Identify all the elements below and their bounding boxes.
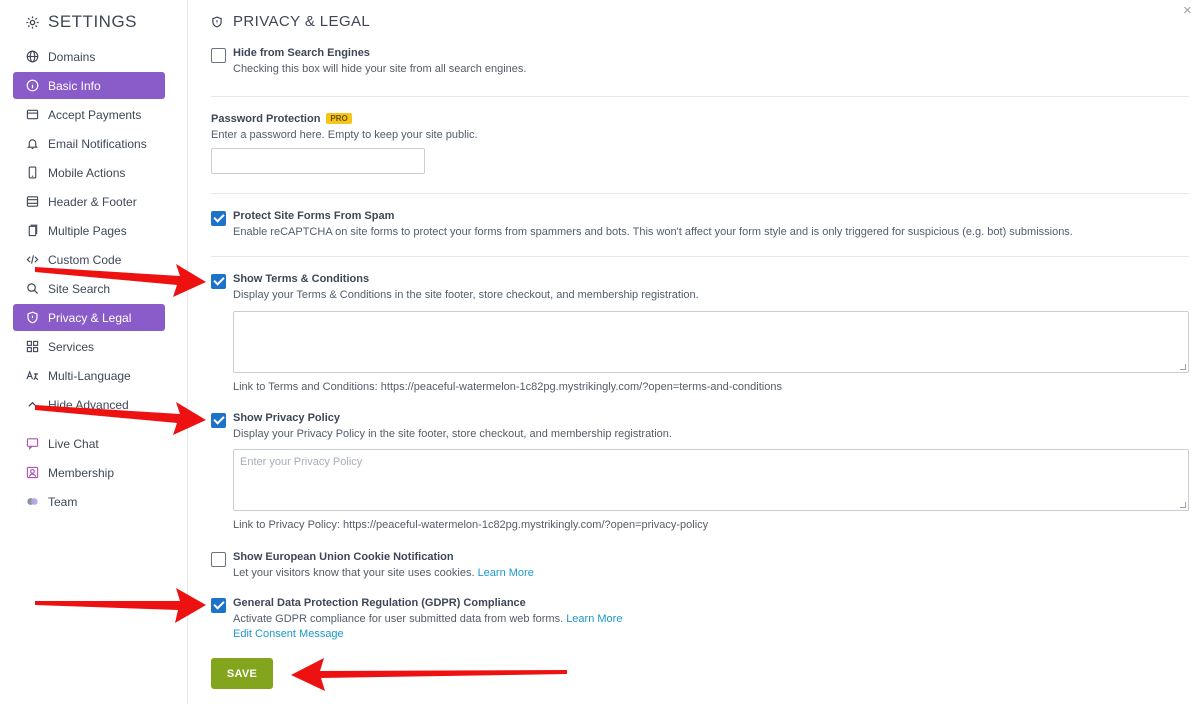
sidebar-title-text: SETTINGS: [48, 12, 138, 31]
cookie-learn-more-link[interactable]: Learn More: [478, 567, 534, 579]
sidebar-item-label: Hide Advanced: [48, 397, 129, 412]
spam-protection-checkbox[interactable]: [211, 211, 226, 226]
nav-separator: [13, 420, 165, 430]
sidebar-item-basic-info[interactable]: Basic Info: [13, 72, 165, 99]
sidebar-nav: Domains Basic Info Accept Payments Email…: [13, 43, 165, 517]
chat-icon: [26, 437, 39, 450]
sidebar-item-label: Custom Code: [48, 252, 122, 267]
gdpr-description: Activate GDPR compliance for user submit…: [233, 613, 622, 625]
mobile-icon: [26, 166, 39, 179]
spam-protection-title: Protect Site Forms From Spam: [233, 210, 395, 222]
settings-sidebar: SETTINGS Domains Basic Info Accept Payme…: [0, 0, 188, 704]
sidebar-item-team[interactable]: Team: [13, 488, 165, 515]
sidebar-item-live-chat[interactable]: Live Chat: [13, 430, 165, 457]
terms-title: Show Terms & Conditions: [233, 273, 370, 285]
privacy-policy-link-text: Link to Privacy Policy: https://peaceful…: [233, 519, 709, 531]
divider: [211, 96, 1189, 97]
card-icon: [26, 108, 39, 121]
sidebar-item-membership[interactable]: Membership: [13, 459, 165, 486]
save-button[interactable]: SAVE: [211, 658, 273, 689]
hide-search-checkbox[interactable]: [211, 48, 226, 63]
resize-handle[interactable]: [1180, 502, 1186, 508]
hide-search-title: Hide from Search Engines: [233, 47, 370, 59]
divider: [211, 193, 1189, 194]
sidebar-item-site-search[interactable]: Site Search: [13, 275, 165, 302]
sidebar-item-label: Privacy & Legal: [48, 310, 132, 325]
gdpr-title: General Data Protection Regulation (GDPR…: [233, 597, 526, 609]
password-title: Password Protection PRO: [211, 113, 352, 125]
sidebar-item-label: Basic Info: [48, 78, 101, 93]
sidebar-item-hide-advanced[interactable]: Hide Advanced: [13, 391, 165, 418]
sidebar-item-privacy-legal[interactable]: Privacy & Legal: [13, 304, 165, 331]
sidebar-title: SETTINGS: [25, 12, 137, 32]
pro-badge: PRO: [326, 113, 352, 124]
sidebar-item-email-notifications[interactable]: Email Notifications: [13, 130, 165, 157]
sidebar-item-label: Multiple Pages: [48, 223, 127, 238]
sidebar-item-accept-payments[interactable]: Accept Payments: [13, 101, 165, 128]
sidebar-item-domains[interactable]: Domains: [13, 43, 165, 70]
cookie-desc-text: Let your visitors know that your site us…: [233, 567, 475, 579]
sidebar-item-header-footer[interactable]: Header & Footer: [13, 188, 165, 215]
info-icon: [26, 79, 39, 92]
spam-protection-description: Enable reCAPTCHA on site forms to protec…: [233, 226, 1073, 238]
sidebar-item-label: Site Search: [48, 281, 111, 296]
terms-textarea[interactable]: [233, 311, 1189, 373]
sidebar-item-label: Header & Footer: [48, 194, 137, 209]
privacy-policy-placeholder: Enter your Privacy Policy: [240, 456, 363, 468]
sidebar-item-label: Membership: [48, 465, 115, 480]
page-title: PRIVACY & LEGAL: [211, 13, 370, 30]
code-icon: [26, 253, 39, 266]
resize-handle[interactable]: [1180, 364, 1186, 370]
bell-icon: [26, 137, 39, 150]
password-input[interactable]: [211, 148, 425, 174]
chevron-up-icon: [26, 398, 39, 411]
grid-icon: [26, 340, 39, 353]
gdpr-desc-text: Activate GDPR compliance for user submit…: [233, 613, 564, 625]
pages-icon: [26, 224, 39, 237]
sidebar-item-label: Accept Payments: [48, 107, 142, 122]
layout-icon: [26, 195, 39, 208]
sidebar-item-mobile-actions[interactable]: Mobile Actions: [13, 159, 165, 186]
cookie-notification-title: Show European Union Cookie Notification: [233, 551, 454, 563]
arrow-to-save: [291, 658, 567, 691]
edit-consent-message-link[interactable]: Edit Consent Message: [233, 628, 344, 640]
divider: [211, 256, 1189, 257]
sidebar-item-label: Live Chat: [48, 436, 99, 451]
gdpr-checkbox[interactable]: [211, 598, 226, 613]
password-title-text: Password Protection: [211, 113, 321, 125]
sidebar-item-label: Mobile Actions: [48, 165, 126, 180]
page-title-text: PRIVACY & LEGAL: [233, 13, 371, 30]
globe-icon: [26, 50, 39, 63]
sidebar-item-label: Services: [48, 339, 95, 354]
shield-icon: [212, 15, 222, 28]
search-icon: [26, 282, 39, 295]
sidebar-item-multiple-pages[interactable]: Multiple Pages: [13, 217, 165, 244]
hide-search-description: Checking this box will hide your site fr…: [233, 63, 527, 75]
terms-link-text: Link to Terms and Conditions: https://pe…: [233, 381, 782, 393]
terms-checkbox[interactable]: [211, 274, 226, 289]
member-icon: [26, 466, 39, 479]
privacy-policy-textarea[interactable]: Enter your Privacy Policy: [233, 449, 1189, 511]
terms-description: Display your Terms & Conditions in the s…: [233, 289, 699, 301]
sidebar-item-label: Multi-Language: [48, 368, 131, 383]
sidebar-item-services[interactable]: Services: [13, 333, 165, 360]
gear-icon: [26, 15, 39, 29]
sidebar-item-custom-code[interactable]: Custom Code: [13, 246, 165, 273]
sidebar-item-label: Team: [48, 494, 78, 509]
cookie-notification-checkbox[interactable]: [211, 552, 226, 567]
password-description: Enter a password here. Empty to keep you…: [211, 129, 478, 141]
gdpr-learn-more-link[interactable]: Learn More: [566, 613, 622, 625]
close-icon[interactable]: ×: [1183, 2, 1192, 19]
shield-icon: [26, 311, 39, 324]
privacy-policy-description: Display your Privacy Policy in the site …: [233, 428, 672, 440]
privacy-policy-checkbox[interactable]: [211, 413, 226, 428]
cookie-notification-description: Let your visitors know that your site us…: [233, 567, 534, 579]
translate-icon: [26, 369, 39, 382]
sidebar-item-multi-language[interactable]: Multi-Language: [13, 362, 165, 389]
team-icon: [26, 495, 39, 508]
privacy-policy-title: Show Privacy Policy: [233, 412, 340, 424]
sidebar-item-label: Email Notifications: [48, 136, 147, 151]
sidebar-item-label: Domains: [48, 49, 96, 64]
